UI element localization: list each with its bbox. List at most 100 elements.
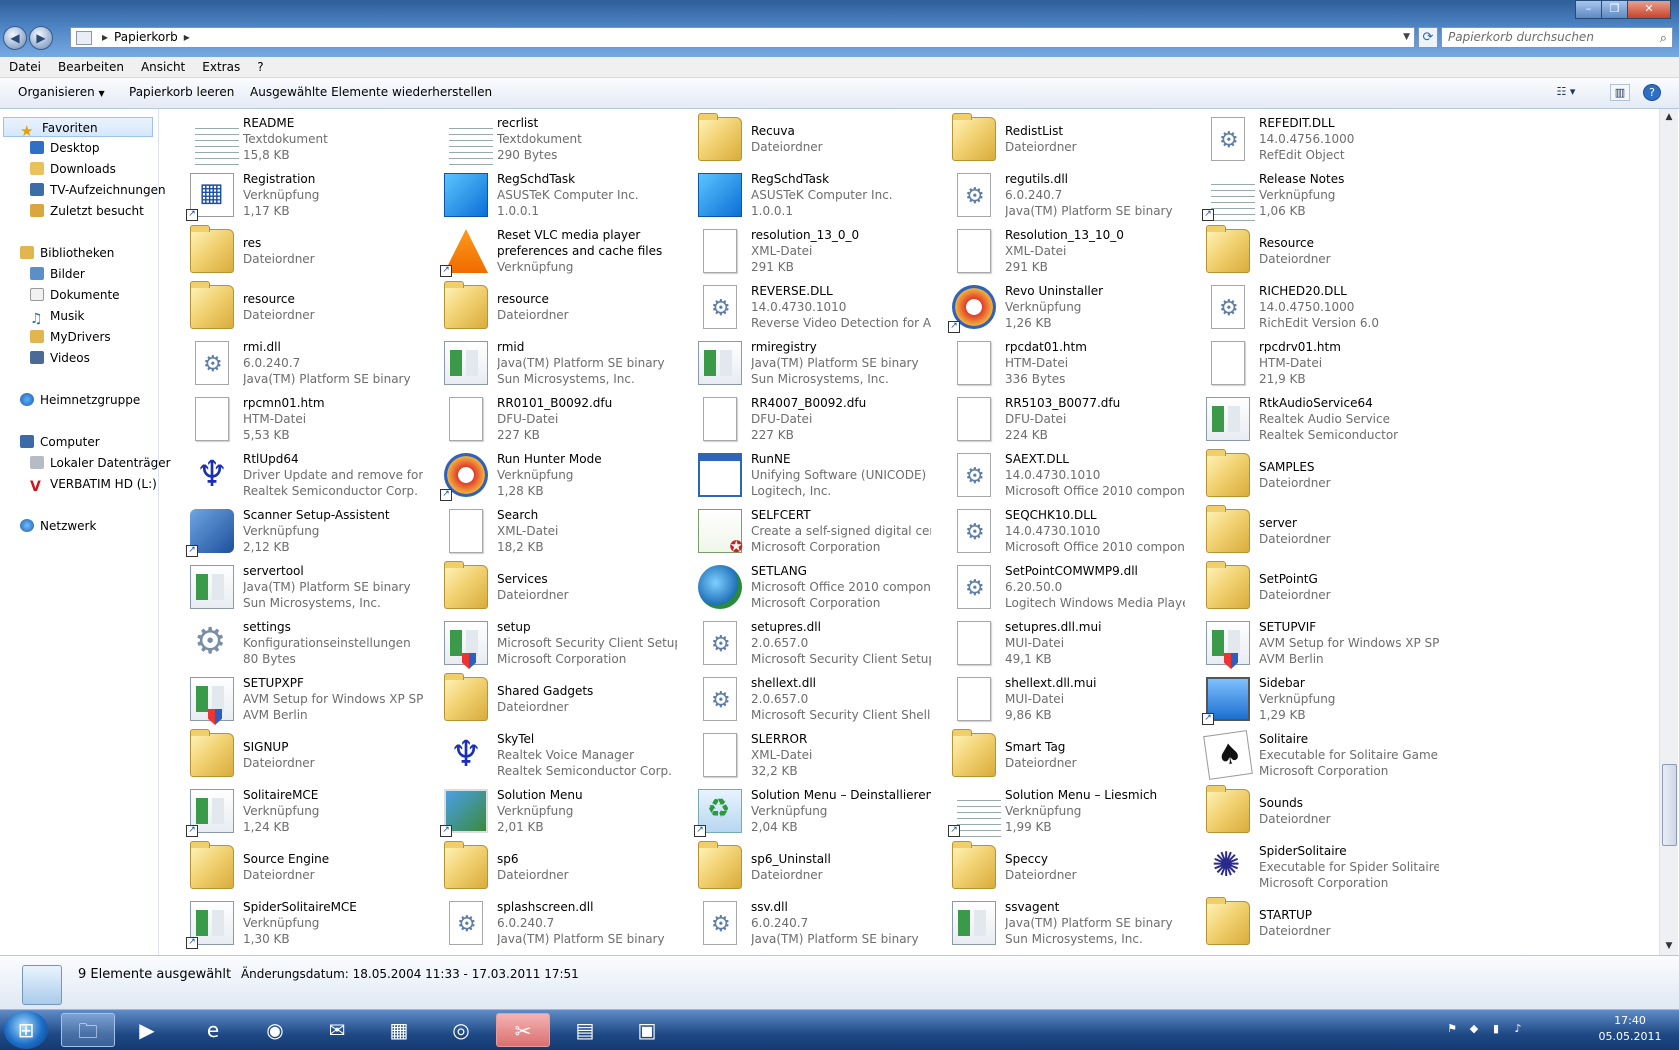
explorer-taskbar-icon[interactable]: 🗀 (61, 1013, 115, 1047)
breadcrumb-arrow-icon[interactable]: ▸ (184, 30, 190, 44)
file-item[interactable]: ↗ Solution Menu Verknüpfung 2,01 KB (426, 783, 676, 839)
nav-music[interactable]: ♫ Musik (30, 306, 85, 327)
notepad-taskbar-icon[interactable]: ▤ (558, 1013, 612, 1047)
file-item[interactable]: REFEDIT.DLL 14.0.4756.1000 RefEdit Object (1188, 111, 1438, 167)
nav-documents[interactable]: Dokumente (30, 285, 120, 305)
menu-file[interactable]: Datei (0, 57, 49, 77)
search-icon[interactable]: ⌕ (1660, 29, 1667, 48)
organize-button[interactable]: Organisieren ▼ (18, 85, 105, 99)
file-item[interactable]: RR4007_B0092.dfu DFU-Datei 227 KB (680, 391, 930, 447)
file-item[interactable]: RR5103_B0077.dfu DFU-Datei 224 KB (934, 391, 1184, 447)
file-item[interactable]: ↗ Solution Menu – Deinstallieren Verknüpfu… (680, 783, 931, 839)
file-item[interactable]: SpiderSolitaire Executable for Spider Sol… (1188, 839, 1439, 895)
back-button[interactable]: ◀ (3, 26, 27, 50)
chevron-down-icon[interactable]: ▼ (1403, 28, 1410, 47)
file-item[interactable]: Resolution_13_10_0 XML-Datei 291 KB (934, 223, 1184, 279)
minimize-button[interactable]: – (1575, 0, 1602, 19)
file-item[interactable]: SETLANG Microsoft Office 2010 component Mi… (680, 559, 931, 615)
file-item[interactable]: res Dateiordner (172, 223, 422, 279)
close-button[interactable]: ✕ (1627, 0, 1671, 19)
file-item[interactable]: SELFCERT Create a self-signed digital cer… (680, 503, 931, 559)
network-tray-icon[interactable]: ▮ (1489, 1022, 1503, 1036)
file-item[interactable]: RunNE Unifying Software (UNICODE) Logitech… (680, 447, 930, 503)
file-item[interactable]: README Textdokument 15,8 KB (172, 111, 422, 167)
file-item[interactable]: splashscreen.dll 6.0.240.7 Java(TM) Platfo… (426, 895, 676, 951)
file-item[interactable]: rmiregistry Java(TM) Platform SE binary Su… (680, 335, 930, 391)
file-item[interactable]: rmid Java(TM) Platform SE binary Sun Micro… (426, 335, 676, 391)
file-item[interactable]: SETUPVIF AVM Setup for Windows XP SP2 /..… (1188, 615, 1439, 671)
start-button[interactable]: ⊞ (4, 1011, 48, 1049)
file-item[interactable]: RICHED20.DLL 14.0.4750.1000 RichEdit Versi… (1188, 279, 1438, 335)
file-item[interactable]: Sounds Dateiordner (1188, 783, 1438, 839)
file-item[interactable]: ↗ Revo Uninstaller Verknüpfung 1,26 KB (934, 279, 1184, 335)
file-item[interactable]: server Dateiordner (1188, 503, 1438, 559)
breadcrumb-arrow-icon[interactable]: ▸ (102, 30, 108, 44)
search-input[interactable]: Papierkorb durchsuchen ⌕ (1441, 27, 1673, 48)
nav-pictures[interactable]: Bilder (30, 264, 85, 284)
file-item[interactable]: Source Engine Dateiordner (172, 839, 422, 895)
speccy-taskbar-icon[interactable]: ◎ (434, 1013, 488, 1047)
file-item[interactable]: ↗ SpiderSolitaireMCE Verknüpfung 1,30 KB (172, 895, 422, 951)
file-item[interactable]: rpcdrv01.htm HTM-Datei 21,9 KB (1188, 335, 1438, 391)
media-player-taskbar-icon[interactable]: ▶ (120, 1013, 174, 1047)
file-item[interactable]: ssvagent Java(TM) Platform SE binary Sun M… (934, 895, 1184, 951)
refresh-button[interactable]: ⟳ (1418, 27, 1438, 48)
file-item[interactable]: ↗ Solution Menu – Liesmich Verknüpfung 1,99… (934, 783, 1184, 839)
menu-tools[interactable]: Extras (193, 57, 248, 77)
file-item[interactable]: recrlist Textdokument 290 Bytes (426, 111, 676, 167)
scroll-thumb[interactable] (1662, 764, 1677, 846)
maximize-button[interactable]: ❐ (1601, 0, 1628, 19)
file-item[interactable]: RtlUpd64 Driver Update and remove for Wi.… (172, 447, 423, 503)
vertical-scrollbar[interactable]: ▲ ▼ (1659, 109, 1678, 955)
calculator-taskbar-icon[interactable]: ▦ (372, 1013, 426, 1047)
nav-videos[interactable]: Videos (30, 348, 90, 368)
nav-verbatim-drive[interactable]: V VERBATIM HD (L:) (30, 474, 157, 495)
file-item[interactable]: resource Dateiordner (426, 279, 676, 335)
file-item[interactable]: rpcmn01.htm HTM-Datei 5,53 KB (172, 391, 422, 447)
menu-help[interactable]: ? (248, 57, 271, 77)
file-item[interactable]: ↗ SolitaireMCE Verknüpfung 1,24 KB (172, 783, 422, 839)
flag-icon[interactable]: ⚑ (1445, 1022, 1459, 1036)
preview-pane-icon[interactable]: ▥ (1610, 84, 1630, 101)
file-item[interactable]: ssv.dll 6.0.240.7 Java(TM) Platform SE bin… (680, 895, 930, 951)
nav-desktop[interactable]: Desktop (30, 138, 100, 158)
scroll-up-icon[interactable]: ▲ (1660, 109, 1678, 126)
nav-local-disk[interactable]: Lokaler Datenträger (30, 453, 171, 473)
file-item[interactable]: RtkAudioService64 Realtek Audio Service Re… (1188, 391, 1438, 447)
file-item[interactable]: SetPointG Dateiordner (1188, 559, 1438, 615)
file-item[interactable]: RedistList Dateiordner (934, 111, 1184, 167)
file-item[interactable]: RegSchdTask ASUSTeK Computer Inc. 1.0.0.1 (426, 167, 676, 223)
monitor-taskbar-icon[interactable]: ▣ (620, 1013, 674, 1047)
menu-view[interactable]: Ansicht (132, 57, 193, 77)
file-item[interactable]: SetPointCOMWMP9.dll 6.20.50.0 Logitech Win… (934, 559, 1185, 615)
file-item[interactable]: RegSchdTask ASUSTeK Computer Inc. 1.0.0.1 (680, 167, 930, 223)
file-item[interactable]: RR0101_B0092.dfu DFU-Datei 227 KB (426, 391, 676, 447)
view-options-icon[interactable]: ☷ ▾ (1556, 84, 1576, 101)
file-item[interactable]: rpcdat01.htm HTM-Datei 336 Bytes (934, 335, 1184, 391)
volume-icon[interactable]: ♪ (1511, 1022, 1525, 1036)
help-icon[interactable]: ? (1643, 84, 1661, 101)
file-item[interactable]: ↗ Reset VLC media player preferences and … (426, 223, 676, 279)
file-item[interactable]: ↗ Scanner Setup-Assistent Verknüpfung 2,12 … (172, 503, 422, 559)
nav-mydrivers[interactable]: MyDrivers (30, 327, 111, 347)
empty-recycle-bin-button[interactable]: Papierkorb leeren (129, 85, 234, 99)
file-item[interactable]: REVERSE.DLL 14.0.4730.1010 Reverse Video D… (680, 279, 931, 335)
forward-button[interactable]: ▶ (29, 26, 53, 50)
menu-edit[interactable]: Bearbeiten (49, 57, 132, 77)
file-item[interactable]: sp6_Uninstall Dateiordner (680, 839, 930, 895)
file-item[interactable]: Services Dateiordner (426, 559, 676, 615)
restore-selected-button[interactable]: Ausgewählte Elemente wiederherstellen (250, 85, 492, 99)
file-item[interactable]: Speccy Dateiordner (934, 839, 1184, 895)
file-item[interactable]: SLERROR XML-Datei 32,2 KB (680, 727, 930, 783)
file-item[interactable]: setupres.dll 2.0.657.0 Microsoft Security … (680, 615, 931, 671)
nav-network[interactable]: Netzwerk (20, 516, 96, 536)
file-item[interactable]: SkyTel Realtek Voice Manager Realtek Semic… (426, 727, 676, 783)
file-item[interactable]: sp6 Dateiordner (426, 839, 676, 895)
thunderbird-taskbar-icon[interactable]: ✉ (310, 1013, 364, 1047)
file-item[interactable]: SEQCHK10.DLL 14.0.4730.1010 Microsoft Offi… (934, 503, 1185, 559)
security-icon[interactable]: ◆ (1467, 1022, 1481, 1036)
nav-computer[interactable]: Computer (20, 432, 100, 452)
chrome-taskbar-icon[interactable]: ◉ (248, 1013, 302, 1047)
file-item[interactable]: SAEXT.DLL 14.0.4730.1010 Microsoft Office … (934, 447, 1185, 503)
file-item[interactable]: Solitaire Executable for Solitaire Game Mi… (1188, 727, 1438, 783)
